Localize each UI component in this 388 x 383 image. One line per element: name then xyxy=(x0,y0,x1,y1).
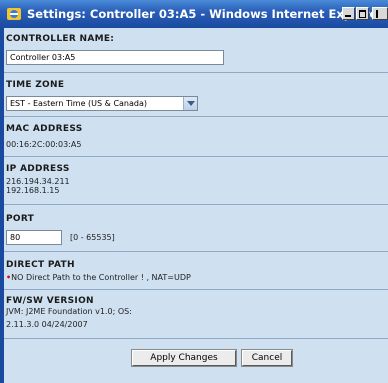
divider xyxy=(4,156,388,157)
direct-path-text: NO Direct Path to the Controller ! , NAT… xyxy=(11,273,191,282)
port-range-hint: [0 - 65535] xyxy=(70,233,115,242)
time-zone-select[interactable]: EST - Eastern Time (US & Canada) xyxy=(6,96,198,111)
close-icon[interactable] xyxy=(372,7,388,20)
window-title: Settings: Controller 03:A5 - Windows Int… xyxy=(27,7,383,21)
direct-path-label: DIRECT PATH xyxy=(6,260,75,270)
divider xyxy=(4,72,388,73)
controller-name-input[interactable]: Controller 03:A5 xyxy=(6,50,224,65)
controller-name-section: CONTROLLER NAME: Controller 03:A5 xyxy=(4,34,388,74)
direct-path-section: DIRECT PATH •NO Direct Path to the Contr… xyxy=(4,260,388,288)
controller-name-label: CONTROLLER NAME: xyxy=(6,34,115,44)
internet-explorer-icon xyxy=(7,8,21,20)
divider xyxy=(4,289,388,290)
ip-address-local: 192.168.1.15 xyxy=(6,186,60,195)
cancel-button[interactable]: Cancel xyxy=(241,349,293,367)
port-label: PORT xyxy=(6,214,35,224)
fw-sw-version-label: FW/SW VERSION xyxy=(6,296,94,306)
fw-version-line2: 2.11.3.0 04/24/2007 xyxy=(6,320,88,329)
button-bar: Apply Changes Cancel xyxy=(4,340,388,383)
fw-version-line1: JVM: J2ME Foundation v1.0; OS: xyxy=(6,307,132,316)
ip-address-public: 216.194.34.211 xyxy=(6,177,70,186)
apply-changes-button[interactable]: Apply Changes xyxy=(131,349,237,367)
fw-sw-version-section: FW/SW VERSION JVM: J2ME Foundation v1.0;… xyxy=(4,296,388,336)
direct-path-message: •NO Direct Path to the Controller ! , NA… xyxy=(6,273,191,282)
divider xyxy=(4,251,388,252)
ip-address-section: IP ADDRESS 216.194.34.211 192.168.1.15 xyxy=(4,164,388,204)
time-zone-label: TIME ZONE xyxy=(6,80,65,90)
maximize-icon[interactable] xyxy=(356,7,369,20)
title-bar: Settings: Controller 03:A5 - Windows Int… xyxy=(0,0,388,28)
divider xyxy=(4,204,388,205)
port-section: PORT 80 [0 - 65535] xyxy=(4,214,388,252)
chevron-down-icon[interactable] xyxy=(183,97,197,110)
minimize-icon[interactable] xyxy=(342,7,355,20)
time-zone-selected: EST - Eastern Time (US & Canada) xyxy=(10,99,147,108)
time-zone-section: TIME ZONE EST - Eastern Time (US & Canad… xyxy=(4,80,388,116)
mac-address-value: 00:16:2C:00:03:A5 xyxy=(6,140,82,149)
mac-address-label: MAC ADDRESS xyxy=(6,124,83,134)
divider xyxy=(4,116,388,117)
settings-panel: CONTROLLER NAME: Controller 03:A5 TIME Z… xyxy=(0,28,388,383)
mac-address-section: MAC ADDRESS 00:16:2C:00:03:A5 xyxy=(4,124,388,154)
port-input[interactable]: 80 xyxy=(6,230,62,245)
divider xyxy=(4,338,388,339)
ip-address-label: IP ADDRESS xyxy=(6,164,70,174)
browser-window: Settings: Controller 03:A5 - Windows Int… xyxy=(0,0,388,383)
